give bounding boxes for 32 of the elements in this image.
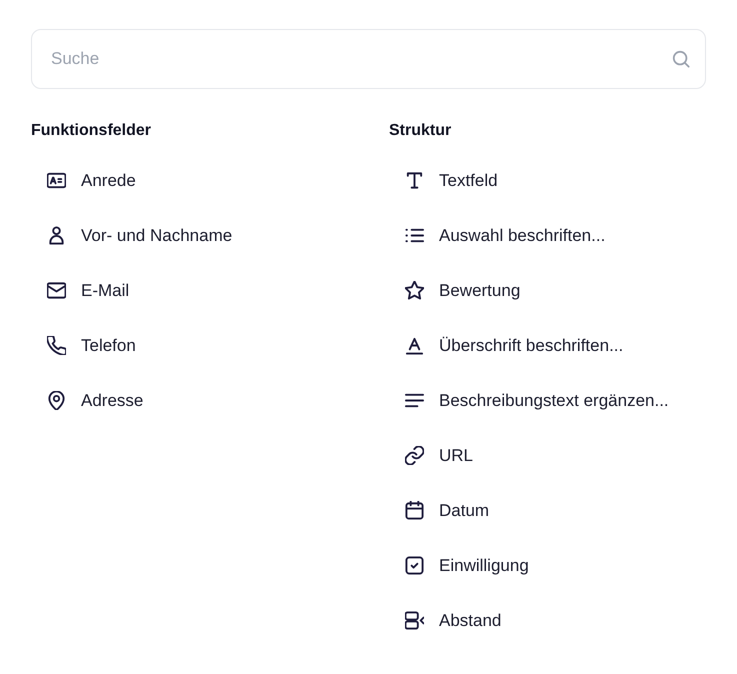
field-type-option[interactable]: Anrede xyxy=(31,153,136,208)
field-type-option[interactable]: Vor- und Nachname xyxy=(31,208,232,263)
search-field[interactable]: Suche xyxy=(31,29,706,89)
section-heading: Funktionsfelder xyxy=(31,121,152,141)
field-type-option[interactable]: Beschreibungstext ergänzen... xyxy=(389,373,669,428)
letter-t-icon xyxy=(405,171,424,190)
search-icon xyxy=(672,50,690,68)
field-type-option[interactable]: Textfeld xyxy=(389,153,498,208)
field-type-option[interactable]: Telefon xyxy=(31,318,136,373)
field-type-option[interactable]: Einwilligung xyxy=(389,538,529,593)
field-type-option[interactable]: Überschrift beschriften... xyxy=(389,318,624,373)
id-card-icon xyxy=(47,171,66,190)
star-icon xyxy=(405,281,424,300)
field-type-option[interactable]: E-Mail xyxy=(31,263,130,318)
underlined-letter-icon xyxy=(405,336,424,355)
field-type-option[interactable]: Datum xyxy=(389,483,490,538)
field-type-option[interactable]: Abstand xyxy=(389,593,502,648)
text-lines-icon xyxy=(405,391,424,410)
person-icon xyxy=(47,226,66,245)
phone-icon xyxy=(47,336,66,355)
stacked-blocks-icon xyxy=(405,611,424,630)
field-type-option[interactable]: Auswahl beschriften... xyxy=(389,208,606,263)
section-heading: Struktur xyxy=(389,121,452,141)
field-type-option[interactable]: Bewertung xyxy=(389,263,520,318)
mail-icon xyxy=(47,281,66,300)
link-icon xyxy=(405,446,424,465)
list-icon xyxy=(405,226,424,245)
field-type-option[interactable]: Adresse xyxy=(31,373,144,428)
map-pin-icon xyxy=(47,391,66,410)
checkbox-icon xyxy=(405,556,424,575)
calendar-icon xyxy=(405,501,424,520)
field-type-option[interactable]: URL xyxy=(389,428,474,483)
